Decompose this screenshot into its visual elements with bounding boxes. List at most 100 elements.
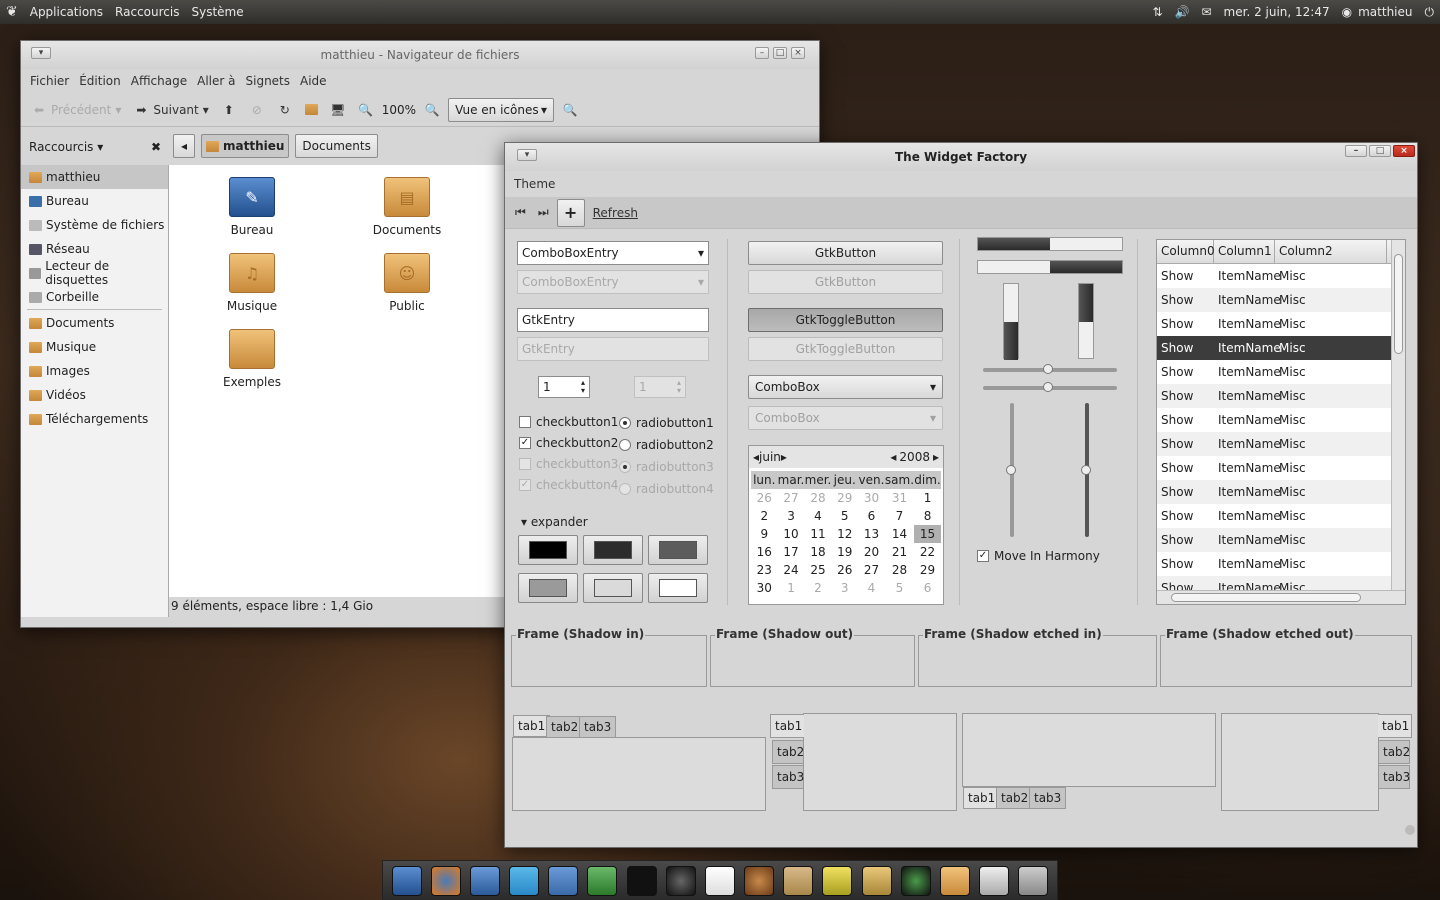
gtk-entry[interactable]: GtkEntry — [517, 308, 709, 332]
sidebar-item-bureau[interactable]: Bureau — [21, 189, 168, 213]
combobox-entry[interactable]: ComboBoxEntry ▾ — [517, 241, 709, 265]
calendar-day[interactable]: 5 — [885, 579, 914, 597]
radiobutton-1[interactable]: radiobutton1 — [619, 412, 714, 434]
calendar-day-selected[interactable]: 15 — [914, 525, 941, 543]
sidebar-title[interactable]: Raccourcis ▾ — [29, 140, 103, 154]
calendar-day[interactable]: 10 — [778, 525, 805, 543]
wf-titlebar[interactable]: ▾ The Widget Factory – □ × — [505, 143, 1417, 171]
gtk-toggle-button[interactable]: GtkToggleButton — [748, 308, 943, 332]
calendar-day[interactable]: 17 — [778, 543, 805, 561]
slider-knob[interactable] — [1081, 465, 1091, 475]
checkbutton-2[interactable]: ✓ checkbutton2 — [519, 432, 618, 453]
table-row[interactable]: Show ItemName Misc — [1157, 288, 1405, 312]
horizontal-scrollbar[interactable] — [1157, 590, 1405, 604]
power-icon[interactable]: ⏻ — [1419, 5, 1440, 20]
calendar-day[interactable]: 4 — [858, 579, 885, 597]
table-row[interactable]: Show ItemName Misc — [1157, 336, 1405, 360]
zoom-in-button[interactable]: 🔍 — [420, 100, 444, 120]
table-row[interactable]: Show ItemName Misc — [1157, 456, 1405, 480]
calendar-day[interactable]: 18 — [805, 543, 832, 561]
notebook-bottom-tab-2[interactable]: tab2 — [996, 787, 1034, 809]
spin-button[interactable]: 1 ▴ ▾ — [538, 376, 590, 398]
notebook-bottom-tab-3[interactable]: tab3 — [1029, 787, 1067, 809]
close-sidebar-icon[interactable]: ✖ — [151, 140, 161, 154]
calendar-day[interactable]: 30 — [858, 489, 885, 507]
calendar-day[interactable]: 19 — [831, 543, 858, 561]
calendar-day[interactable]: 5 — [831, 507, 858, 525]
last-button[interactable]: ⏭ — [534, 203, 553, 222]
checkbox-checked[interactable]: ✓ — [519, 436, 531, 449]
refresh-button[interactable]: Refresh — [589, 204, 642, 222]
calc-launcher-icon[interactable] — [587, 865, 618, 896]
table-row[interactable]: Show ItemName Misc — [1157, 264, 1405, 288]
color-button-white[interactable] — [648, 573, 708, 603]
icon-musique[interactable]: ♫ Musique — [207, 253, 297, 313]
network-icon[interactable]: ⇅ — [1146, 5, 1168, 19]
checkbox-checked[interactable]: ✓ — [977, 549, 989, 562]
notebook-top-tab-1[interactable]: tab1 — [513, 715, 551, 737]
vertical-scrollbar[interactable] — [1391, 240, 1405, 592]
calendar-day[interactable]: 23 — [751, 561, 778, 579]
first-button[interactable]: ⏮ — [511, 203, 530, 222]
icon-bureau[interactable]: ✎ Bureau — [207, 177, 297, 237]
column-header[interactable]: Column0 — [1157, 240, 1215, 263]
radiobutton-2[interactable]: radiobutton2 — [619, 434, 714, 456]
path-segment-home[interactable]: matthieu — [201, 134, 290, 158]
pidgin-launcher-icon[interactable] — [469, 865, 500, 896]
back-button[interactable]: ⬅ Précédent ▾ — [27, 100, 125, 120]
table-row[interactable]: Show ItemName Misc — [1157, 552, 1405, 576]
color-button-midgray[interactable] — [518, 573, 578, 603]
table-row[interactable]: Show ItemName Misc — [1157, 384, 1405, 408]
path-back-button[interactable]: ◂ — [173, 134, 195, 158]
slider-knob[interactable] — [1006, 465, 1016, 475]
calendar-day[interactable]: 21 — [885, 543, 914, 561]
sidebar-item-videos[interactable]: Vidéos — [21, 383, 168, 407]
table-row[interactable]: Show ItemName Misc — [1157, 480, 1405, 504]
next-year-button[interactable]: ▸ — [933, 450, 939, 464]
notebook-right-tab-1[interactable]: tab1 — [1378, 714, 1412, 738]
table-row[interactable]: Show ItemName Misc — [1157, 504, 1405, 528]
add-button[interactable]: + — [556, 198, 585, 227]
calendar-day[interactable]: 7 — [885, 507, 914, 525]
sidebar-item-network[interactable]: Réseau — [21, 237, 168, 261]
view-mode-select[interactable]: Vue en icônes ▾ — [448, 97, 555, 122]
calendar-day[interactable]: 2 — [805, 579, 832, 597]
sidebar-item-matthieu[interactable]: matthieu — [21, 165, 168, 189]
calendar-day[interactable]: 31 — [885, 489, 914, 507]
maximize-button[interactable]: □ — [773, 47, 787, 59]
calendar-day[interactable]: 20 — [858, 543, 885, 561]
tools-launcher-icon[interactable] — [861, 865, 892, 896]
twitter-launcher-icon[interactable] — [509, 865, 540, 896]
table-row[interactable]: Show ItemName Misc — [1157, 360, 1405, 384]
menu-applications[interactable]: Applications — [24, 5, 109, 19]
combobox[interactable]: ComboBox ▾ — [748, 375, 943, 399]
menu-file[interactable]: Fichier — [25, 74, 74, 88]
menu-shortcuts[interactable]: Raccourcis — [109, 5, 185, 19]
color-button-darkgray[interactable] — [583, 535, 643, 565]
menu-bookmarks[interactable]: Signets — [241, 74, 296, 88]
calendar-day[interactable]: 26 — [831, 561, 858, 579]
folder-launcher-icon[interactable] — [939, 865, 970, 896]
path-segment-documents[interactable]: Documents — [295, 134, 378, 158]
notebook-left-tab-2[interactable]: tab2 — [772, 740, 804, 764]
table-row[interactable]: Show ItemName Misc — [1157, 528, 1405, 552]
menu-theme[interactable]: Theme — [509, 177, 560, 191]
camera-launcher-icon[interactable] — [665, 865, 696, 896]
window-launcher-icon[interactable] — [979, 865, 1010, 896]
calendar-day[interactable]: 12 — [831, 525, 858, 543]
radio-selected[interactable] — [619, 417, 631, 429]
sidebar-item-filesystem[interactable]: Système de fichiers — [21, 213, 168, 237]
gtk-button[interactable]: GtkButton — [748, 241, 943, 265]
calendar-day[interactable]: 2 — [751, 507, 778, 525]
column-header[interactable]: Column1 — [1214, 240, 1275, 263]
minimize-button[interactable]: – — [1345, 145, 1367, 157]
notebook-bottom-tab-1[interactable]: tab1 — [963, 787, 1001, 809]
notebook-right-tab-3[interactable]: tab3 — [1378, 765, 1410, 789]
move-in-harmony-check[interactable]: ✓ Move In Harmony — [977, 545, 1100, 566]
calendar-day[interactable]: 3 — [778, 507, 805, 525]
calendar-day[interactable]: 29 — [914, 561, 941, 579]
calendar-day[interactable]: 8 — [914, 507, 941, 525]
checkbox[interactable] — [519, 415, 531, 428]
calendar-day[interactable]: 26 — [751, 489, 778, 507]
forward-button[interactable]: ➡ Suivant ▾ — [129, 100, 212, 120]
